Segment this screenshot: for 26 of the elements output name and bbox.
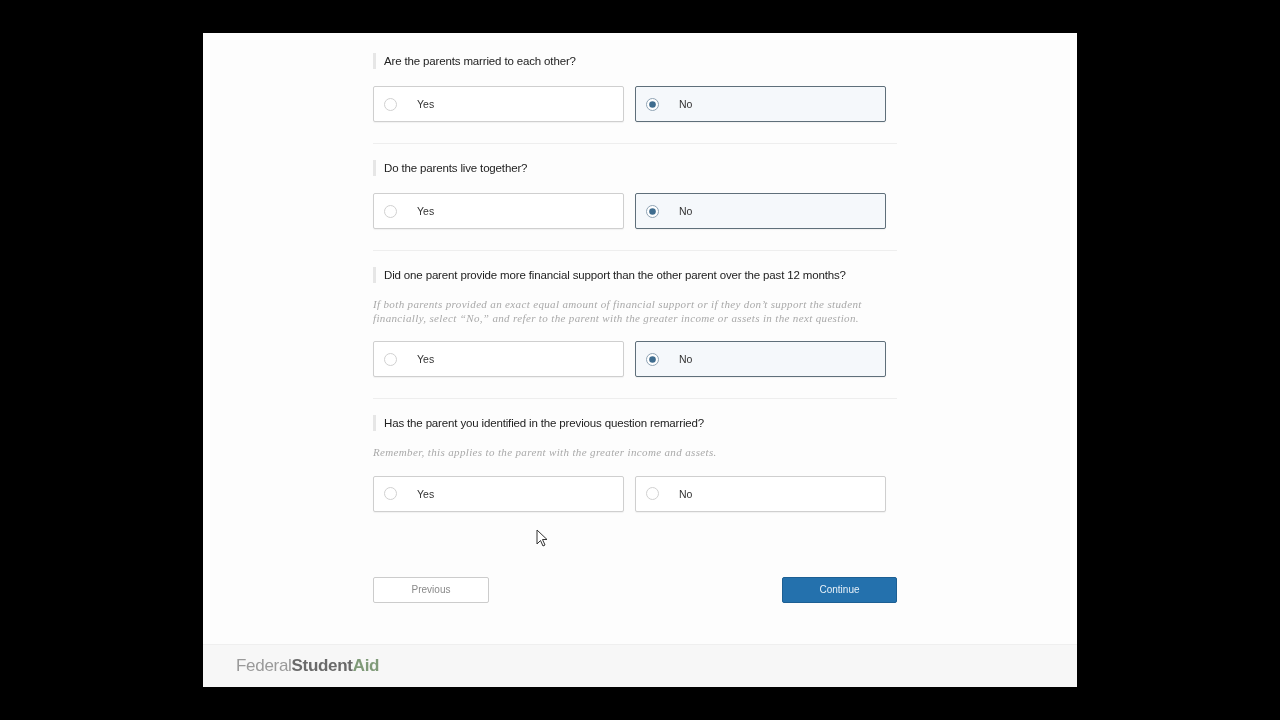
cursor-icon bbox=[536, 529, 548, 547]
radio-icon bbox=[384, 204, 397, 218]
radio-option[interactable]: Yes bbox=[373, 341, 624, 377]
radio-option[interactable]: Yes bbox=[373, 475, 624, 512]
radio-option[interactable]: No bbox=[635, 193, 886, 229]
continue-button[interactable]: Continue bbox=[782, 576, 897, 603]
radio-icon bbox=[384, 352, 397, 366]
radio-option[interactable]: Yes bbox=[373, 193, 624, 229]
radio-option[interactable]: No bbox=[635, 475, 886, 512]
radio-option[interactable]: No bbox=[635, 341, 886, 377]
radio-icon bbox=[646, 204, 659, 218]
previous-button[interactable]: Previous bbox=[373, 576, 489, 603]
question-text: Did one parent provide more financial support than the other parent over the past 12 months? bbox=[373, 267, 846, 283]
radio-icon bbox=[384, 97, 397, 111]
radio-option[interactable]: Yes bbox=[373, 86, 624, 122]
radio-icon bbox=[646, 97, 659, 111]
radio-option[interactable]: No bbox=[635, 86, 886, 122]
question-text: Do the parents live together? bbox=[373, 160, 528, 176]
radio-icon bbox=[646, 352, 659, 366]
radio-icon bbox=[646, 487, 659, 500]
hint-text: If both parents provided an exact equal amount of financial support or if they don’t support the student financially, select “No,” and refer to the parent with the greater income or assets in the next question. bbox=[373, 298, 863, 325]
question-text: Has the parent you identified in the previous question remarried? bbox=[373, 415, 705, 431]
question-text: Are the parents married to each other? bbox=[373, 53, 576, 69]
radio-icon bbox=[384, 487, 397, 500]
hint-text: Remember, this applies to the parent with the greater income and assets. bbox=[373, 446, 718, 460]
logo: FederalStudentAid bbox=[236, 656, 380, 676]
